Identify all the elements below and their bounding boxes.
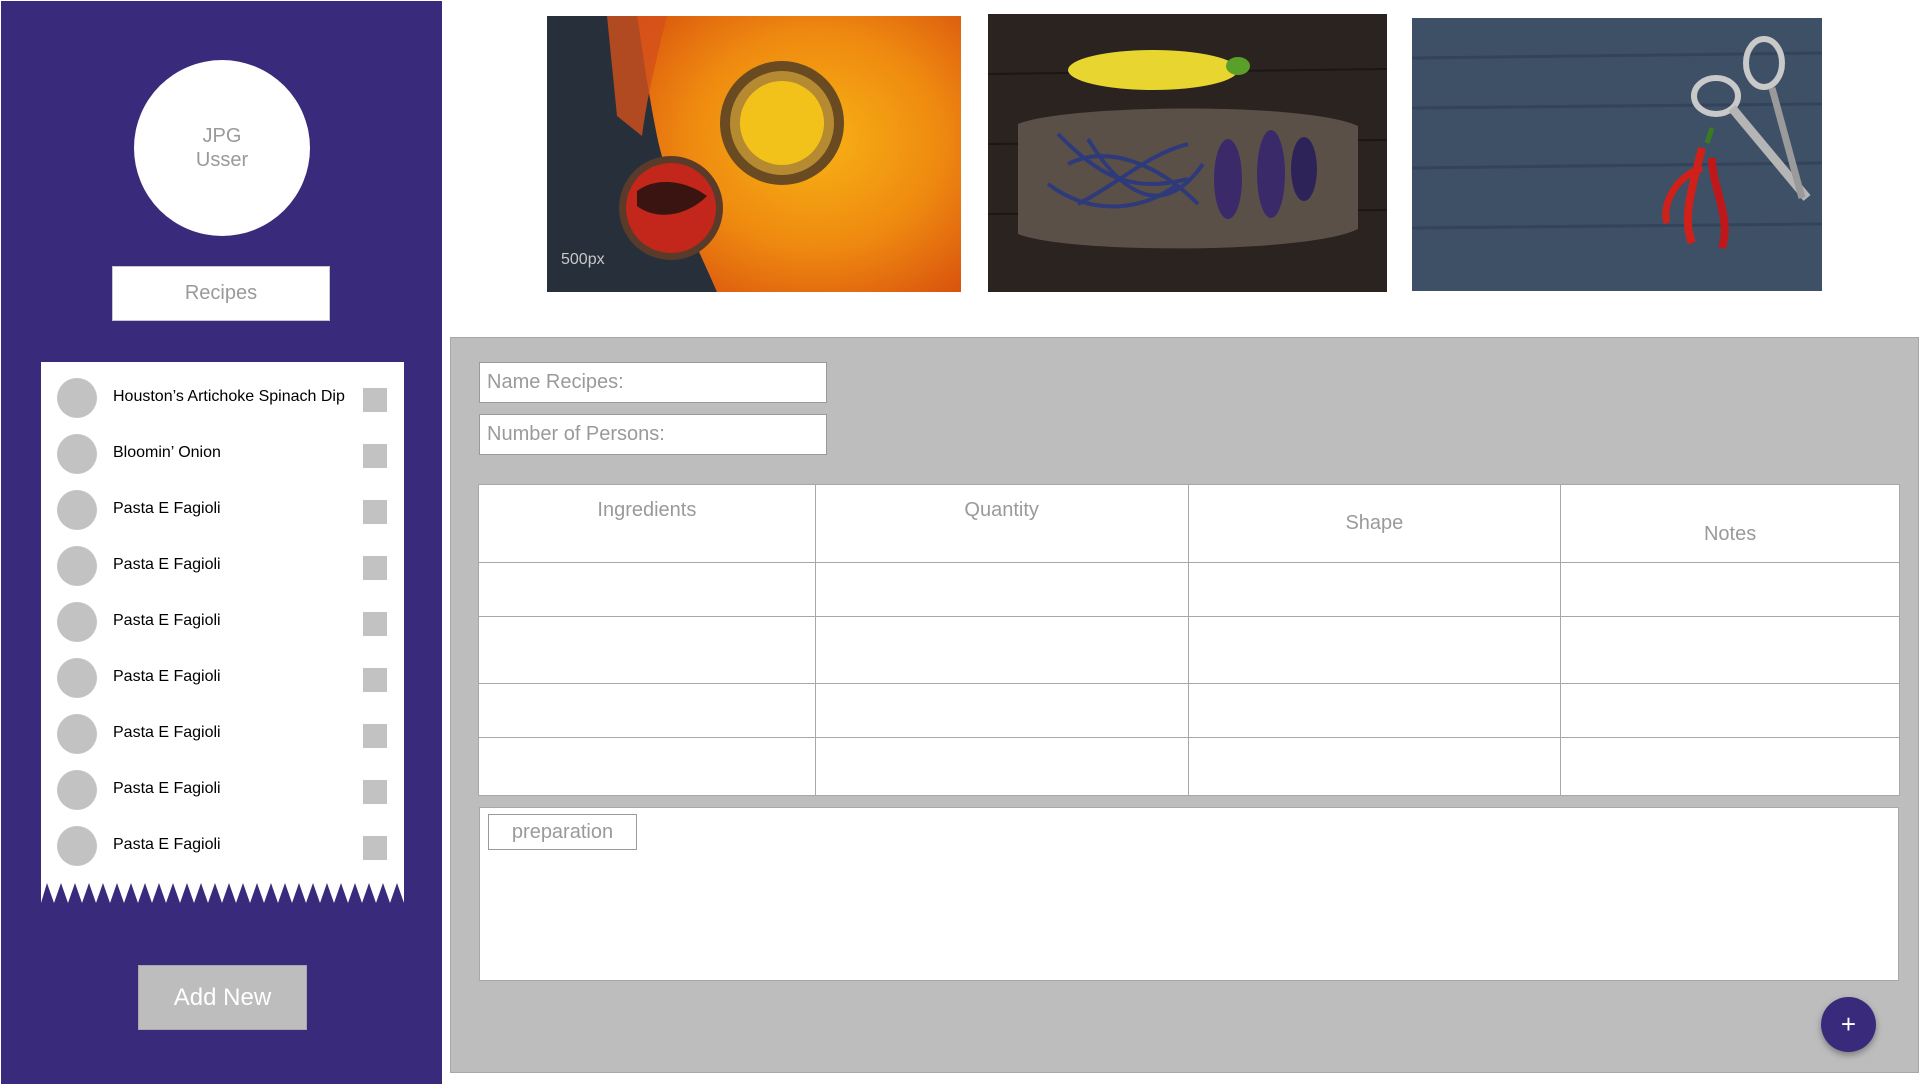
ingredients-table: Ingredients Quantity Shape Notes: [478, 484, 1900, 796]
recipes-button[interactable]: Recipes: [112, 266, 330, 321]
list-item[interactable]: Pasta E Fagioli: [41, 818, 404, 874]
recipe-thumbnail: [57, 826, 97, 866]
ingredients-column-header: Ingredients: [478, 484, 816, 563]
recipe-name-input[interactable]: Name Recipes:: [479, 362, 827, 403]
recipe-name: Pasta E Fagioli: [113, 612, 221, 629]
recipe-thumbnail: [57, 378, 97, 418]
list-item[interactable]: Pasta E Fagioli: [41, 538, 404, 594]
recipe-name: Houston’s Artichoke Spinach Dip: [113, 388, 345, 405]
avatar-line-1: JPG: [202, 125, 242, 147]
shape-column-header: Shape: [1187, 484, 1562, 563]
preparation-textarea[interactable]: preparation: [479, 807, 1899, 981]
chili-scissors-photo: [1412, 18, 1822, 291]
recipe-checkbox[interactable]: [363, 500, 387, 524]
table-cell[interactable]: [1187, 737, 1562, 796]
list-item[interactable]: Pasta E Fagioli: [41, 706, 404, 762]
recipe-thumbnail: [57, 714, 97, 754]
recipe-thumbnail: [57, 770, 97, 810]
table-row: [478, 683, 1900, 738]
recipe-thumbnail: [57, 434, 97, 474]
sidebar: JPG Usser Recipes Houston’s Artichoke Sp…: [1, 1, 442, 1084]
table-cell[interactable]: [478, 616, 816, 684]
persons-count-input[interactable]: Number of Persons:: [479, 414, 827, 455]
recipe-checkbox[interactable]: [363, 724, 387, 748]
torn-edge-divider: [41, 877, 404, 903]
table-cell[interactable]: [814, 616, 1189, 684]
recipe-thumbnail: [57, 658, 97, 698]
table-cell[interactable]: [814, 737, 1189, 796]
table-row: [478, 737, 1900, 796]
table-header-row: Ingredients Quantity Shape Notes: [478, 484, 1900, 563]
photo-watermark: 500px: [561, 251, 605, 268]
persons-count-placeholder: Number of Persons:: [487, 423, 665, 445]
recipe-checkbox[interactable]: [363, 780, 387, 804]
table-cell[interactable]: [478, 562, 816, 617]
add-new-button[interactable]: Add New: [138, 965, 307, 1030]
recipe-thumbnail: [57, 602, 97, 642]
recipe-name: Pasta E Fagioli: [113, 556, 221, 573]
table-cell[interactable]: [1187, 562, 1562, 617]
table-cell[interactable]: [1560, 616, 1900, 684]
list-item[interactable]: Pasta E Fagioli: [41, 482, 404, 538]
preparation-label: preparation: [488, 814, 637, 850]
recipe-thumbnail: [57, 490, 97, 530]
recipe-checkbox[interactable]: [363, 612, 387, 636]
recipe-checkbox[interactable]: [363, 836, 387, 860]
recipe-name: Pasta E Fagioli: [113, 500, 221, 517]
quantity-column-header: Quantity: [814, 484, 1189, 563]
recipe-name: Pasta E Fagioli: [113, 780, 221, 797]
list-item[interactable]: Bloomin’ Onion: [41, 426, 404, 482]
recipe-name: Pasta E Fagioli: [113, 668, 221, 685]
spices-photo: 500px: [547, 16, 961, 292]
recipe-name-placeholder: Name Recipes:: [487, 371, 624, 393]
table-row: [478, 616, 1900, 684]
notes-column-header: Notes: [1560, 484, 1900, 563]
avatar[interactable]: JPG Usser: [134, 60, 310, 236]
table-cell[interactable]: [1187, 683, 1562, 738]
avatar-line-2: Usser: [195, 149, 249, 171]
table-cell[interactable]: [1187, 616, 1562, 684]
recipe-checkbox[interactable]: [363, 668, 387, 692]
table-cell[interactable]: [814, 562, 1189, 617]
vegetables-photo: [988, 14, 1387, 292]
list-item[interactable]: Pasta E Fagioli: [41, 594, 404, 650]
plus-icon: +: [1840, 1009, 1857, 1039]
table-cell[interactable]: [814, 683, 1189, 738]
list-item[interactable]: Pasta E Fagioli: [41, 650, 404, 706]
table-cell[interactable]: [478, 683, 816, 738]
recipe-name: Pasta E Fagioli: [113, 836, 221, 853]
table-cell[interactable]: [1560, 562, 1900, 617]
add-fab-button[interactable]: +: [1821, 997, 1876, 1052]
recipe-checkbox[interactable]: [363, 556, 387, 580]
table-cell[interactable]: [1560, 737, 1900, 796]
recipe-thumbnail: [57, 546, 97, 586]
recipe-name: Pasta E Fagioli: [113, 724, 221, 741]
recipe-checkbox[interactable]: [363, 388, 387, 412]
recipe-list: Houston’s Artichoke Spinach Dip Bloomin’…: [41, 362, 404, 877]
table-row: [478, 562, 1900, 617]
table-cell[interactable]: [1560, 683, 1900, 738]
recipe-checkbox[interactable]: [363, 444, 387, 468]
list-item[interactable]: Houston’s Artichoke Spinach Dip: [41, 370, 404, 426]
recipe-name: Bloomin’ Onion: [113, 444, 221, 461]
list-item[interactable]: Pasta E Fagioli: [41, 762, 404, 818]
table-cell[interactable]: [478, 737, 816, 796]
